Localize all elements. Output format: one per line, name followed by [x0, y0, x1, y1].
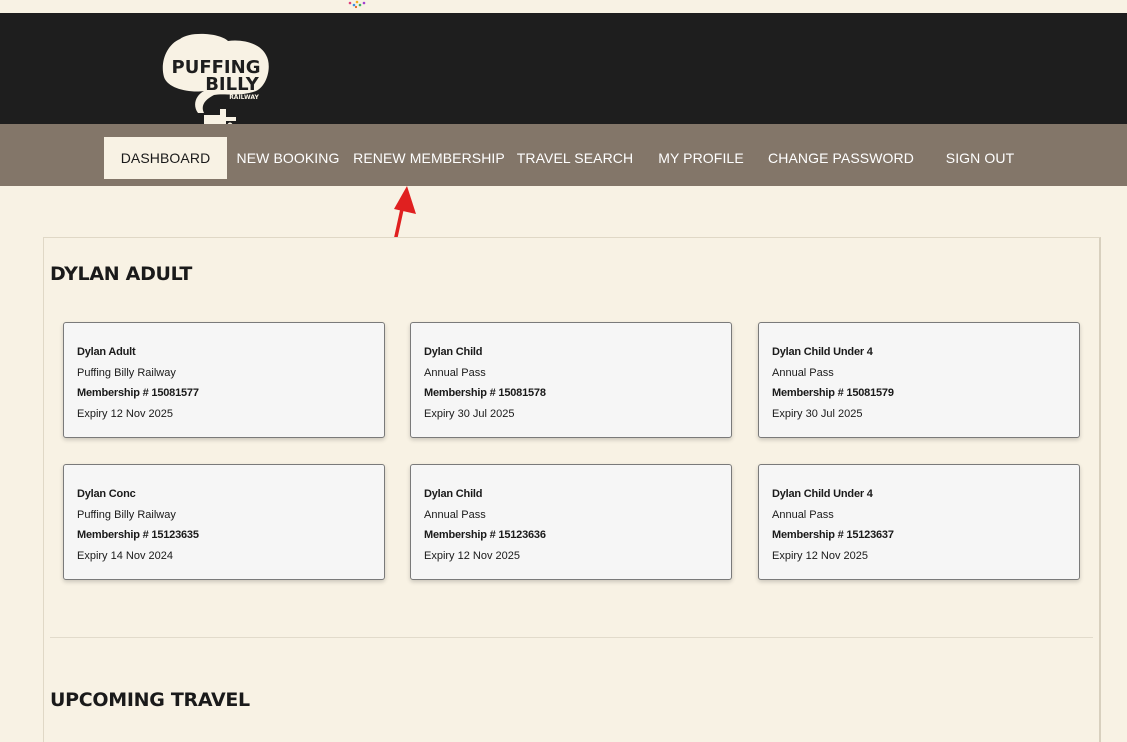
membership-expiry: Expiry 12 Nov 2025	[77, 407, 173, 420]
main-nav: DASHBOARD NEW BOOKING RENEW MEMBERSHIP T…	[0, 124, 1127, 186]
membership-card[interactable]: Dylan Child Under 4 Annual Pass Membersh…	[758, 322, 1080, 438]
nav-new-booking[interactable]: NEW BOOKING	[232, 137, 344, 179]
nav-travel-search[interactable]: TRAVEL SEARCH	[514, 137, 636, 179]
nav-change-password[interactable]: CHANGE PASSWORD	[766, 137, 916, 179]
membership-type: Annual Pass	[772, 508, 834, 521]
confetti-icon	[348, 0, 366, 9]
svg-text:RAILWAY: RAILWAY	[229, 94, 259, 101]
membership-type: Annual Pass	[424, 366, 486, 379]
membership-card[interactable]: Dylan Child Annual Pass Membership # 151…	[410, 464, 732, 580]
membership-number: Membership # 15081577	[77, 387, 199, 399]
puffing-billy-logo[interactable]: PUFFING BILLY RAILWAY 1900s	[160, 33, 272, 133]
membership-card[interactable]: Dylan Conc Puffing Billy Railway Members…	[63, 464, 385, 580]
section-divider	[50, 637, 1093, 638]
membership-expiry: Expiry 12 Nov 2025	[772, 549, 868, 562]
membership-expiry: Expiry 30 Jul 2025	[424, 407, 515, 420]
membership-number: Membership # 15123635	[77, 529, 199, 541]
site-header: PUFFING BILLY RAILWAY 1900s	[0, 13, 1127, 133]
membership-type: Annual Pass	[772, 366, 834, 379]
membership-number: Membership # 15123637	[772, 529, 894, 541]
member-name: Dylan Child Under 4	[772, 346, 873, 358]
membership-card[interactable]: Dylan Adult Puffing Billy Railway Member…	[63, 322, 385, 438]
member-name: Dylan Adult	[77, 346, 136, 358]
upcoming-travel-title: UPCOMING TRAVEL	[50, 689, 250, 711]
member-name: Dylan Child Under 4	[772, 488, 873, 500]
membership-number: Membership # 15123636	[424, 529, 546, 541]
membership-card[interactable]: Dylan Child Annual Pass Membership # 150…	[410, 322, 732, 438]
nav-sign-out[interactable]: SIGN OUT	[940, 137, 1020, 179]
browser-top-strip	[0, 0, 1127, 13]
membership-type: Puffing Billy Railway	[77, 366, 176, 379]
member-name: Dylan Conc	[77, 488, 136, 500]
nav-dashboard[interactable]: DASHBOARD	[104, 137, 227, 179]
membership-expiry: Expiry 14 Nov 2024	[77, 549, 173, 562]
nav-renew-membership[interactable]: RENEW MEMBERSHIP	[353, 137, 505, 179]
membership-type: Puffing Billy Railway	[77, 508, 176, 521]
membership-expiry: Expiry 30 Jul 2025	[772, 407, 863, 420]
membership-number: Membership # 15081579	[772, 387, 894, 399]
svg-text:BILLY: BILLY	[205, 74, 260, 95]
membership-number: Membership # 15081578	[424, 387, 546, 399]
membership-card[interactable]: Dylan Child Under 4 Annual Pass Membersh…	[758, 464, 1080, 580]
membership-type: Annual Pass	[424, 508, 486, 521]
membership-expiry: Expiry 12 Nov 2025	[424, 549, 520, 562]
account-title: DYLAN ADULT	[50, 263, 193, 285]
member-name: Dylan Child	[424, 346, 483, 358]
member-name: Dylan Child	[424, 488, 483, 500]
nav-my-profile[interactable]: MY PROFILE	[652, 137, 750, 179]
